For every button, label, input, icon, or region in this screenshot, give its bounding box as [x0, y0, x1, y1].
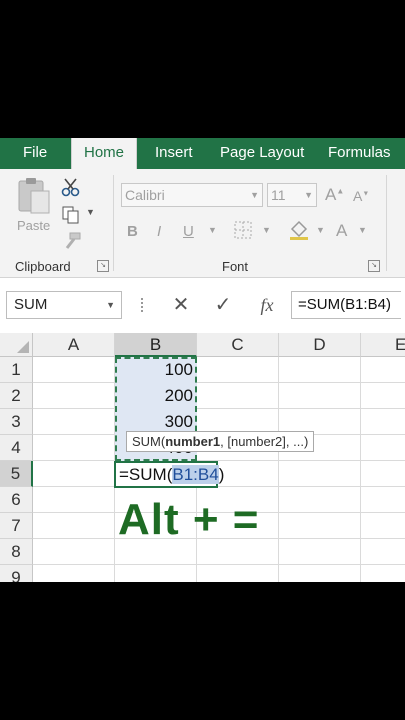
row-header-4[interactable]: 4 — [0, 435, 33, 461]
select-all-corner[interactable] — [0, 333, 33, 357]
clipboard-dialog-launcher[interactable]: ↘ — [97, 260, 109, 272]
row-header-5[interactable]: 5 — [0, 461, 33, 487]
decrease-font-size-button[interactable]: A▼ — [353, 188, 369, 204]
row-header-9[interactable]: 9 — [0, 565, 33, 582]
row-header-2[interactable]: 2 — [0, 383, 33, 409]
font-size-select[interactable]: 11 ▼ — [267, 183, 317, 207]
underline-button[interactable]: U — [183, 223, 194, 240]
row-header-1[interactable]: 1 — [0, 357, 33, 383]
shortcut-overlay-text: Alt + = — [118, 495, 260, 544]
column-header-c[interactable]: C — [197, 333, 279, 357]
gridline — [33, 382, 405, 383]
copy-icon[interactable]: ▼ — [61, 205, 95, 225]
tooltip-rest: , [number2], ...) — [220, 434, 309, 449]
font-dialog-launcher[interactable]: ↘ — [368, 260, 380, 272]
grow-font-label: A — [325, 185, 337, 204]
column-header-b[interactable]: B — [115, 333, 197, 357]
borders-icon[interactable] — [234, 221, 252, 239]
cell-b2[interactable]: 200 — [115, 383, 197, 409]
shrink-font-label: A — [353, 188, 363, 204]
font-name-value: Calibri — [125, 187, 165, 203]
formula-input[interactable]: =SUM(B1:B4) — [291, 291, 401, 319]
name-box[interactable]: SUM ▼ — [6, 291, 122, 319]
font-group-label: Font — [222, 259, 249, 274]
paste-button[interactable]: Paste — [14, 175, 54, 239]
gridline — [33, 564, 405, 565]
group-divider — [386, 175, 387, 271]
font-color-button[interactable]: A — [336, 221, 347, 241]
gridline — [278, 357, 279, 582]
chevron-down-icon: ▼ — [262, 225, 271, 235]
gridline — [33, 408, 405, 409]
ribbon: Paste ▼ Clipboard ↘ Calibri ▼ 11 ▼ A▲ A▼… — [0, 169, 405, 278]
paste-label: Paste — [17, 218, 51, 233]
tooltip-current-arg: number1 — [165, 434, 221, 449]
formula-prefix: =SUM( — [119, 465, 173, 484]
active-cell-b5[interactable]: =SUM(B1:B4) — [114, 461, 224, 488]
ribbon-tab-bar: File Home Insert Page Layout Formulas — [0, 138, 405, 169]
chevron-down-icon: ▼ — [106, 300, 115, 310]
italic-button[interactable]: I — [157, 223, 161, 240]
tab-file[interactable]: File — [23, 138, 47, 169]
format-painter-icon[interactable] — [63, 232, 81, 250]
formula-reference: B1:B4 — [172, 465, 219, 484]
fill-color-icon[interactable] — [288, 219, 310, 241]
row-header-3[interactable]: 3 — [0, 409, 33, 435]
formula-suffix: ) — [218, 465, 225, 484]
group-divider — [113, 175, 114, 271]
tab-formulas[interactable]: Formulas — [328, 138, 391, 169]
tooltip-func: SUM( — [132, 434, 166, 449]
gridline — [360, 357, 361, 582]
paste-icon — [18, 178, 50, 214]
cancel-icon[interactable]: ✕ — [166, 291, 196, 319]
font-name-select[interactable]: Calibri ▼ — [121, 183, 263, 207]
cut-icon[interactable] — [61, 177, 81, 197]
tab-home[interactable]: Home — [71, 138, 138, 169]
tab-page-layout[interactable]: Page Layout — [220, 138, 304, 169]
insert-function-button[interactable]: fx — [252, 291, 282, 319]
cell-b1[interactable]: 100 — [115, 357, 197, 383]
formula-bar-grip[interactable] — [141, 298, 146, 312]
bold-button[interactable]: B — [127, 223, 138, 240]
column-header-d[interactable]: D — [279, 333, 361, 357]
formula-bar: SUM ▼ ✕ ✓ fx =SUM(B1:B4) — [0, 278, 405, 332]
cell-b5-editor[interactable]: =SUM(B1:B4) — [118, 462, 224, 488]
row-header-6[interactable]: 6 — [0, 487, 33, 513]
excel-window: File Home Insert Page Layout Formulas Pa… — [0, 138, 405, 582]
chevron-down-icon: ▼ — [208, 225, 217, 235]
chevron-down-icon: ▼ — [250, 190, 259, 200]
chevron-down-icon: ▼ — [316, 225, 325, 235]
enter-check-icon[interactable]: ✓ — [208, 291, 238, 319]
tab-insert[interactable]: Insert — [155, 138, 193, 169]
column-header-e[interactable]: E — [361, 333, 405, 357]
gridline — [33, 460, 405, 461]
chevron-down-icon: ▼ — [304, 190, 313, 200]
column-header-a[interactable]: A — [33, 333, 115, 357]
row-header-8[interactable]: 8 — [0, 539, 33, 565]
chevron-down-icon: ▼ — [358, 225, 367, 235]
increase-font-size-button[interactable]: A▲ — [325, 185, 344, 205]
chevron-down-icon: ▼ — [86, 207, 95, 217]
name-box-value: SUM — [14, 296, 48, 313]
font-size-value: 11 — [271, 187, 286, 203]
function-tooltip: SUM(number1, [number2], ...) — [126, 431, 315, 452]
clipboard-group-label: Clipboard — [15, 259, 71, 274]
row-header-7[interactable]: 7 — [0, 513, 33, 539]
